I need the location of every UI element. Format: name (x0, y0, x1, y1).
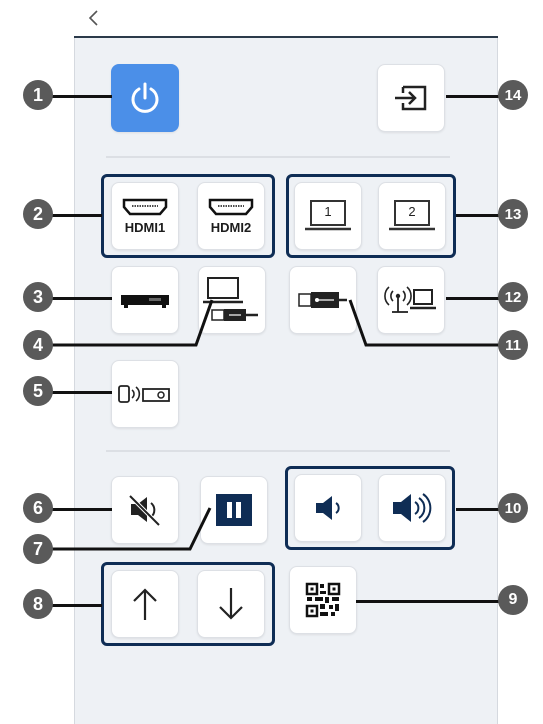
callout-badge: 2 (23, 199, 53, 229)
callout-badge: 10 (498, 493, 528, 523)
callout-badge: 8 (23, 589, 53, 619)
callout-diagonal-lines (38, 299, 508, 551)
callout-badge: 14 (498, 80, 528, 110)
callout-badge: 7 (23, 534, 53, 564)
callout-badge: 6 (23, 493, 53, 523)
callout-badge: 13 (498, 199, 528, 229)
callout-badge: 9 (498, 585, 528, 615)
callout-badge: 3 (23, 282, 53, 312)
callout-badge: 5 (23, 376, 53, 406)
callout-badge: 11 (498, 330, 528, 360)
callout-badge: 1 (23, 80, 53, 110)
callout-badge: 12 (498, 282, 528, 312)
callout-badge: 4 (23, 330, 53, 360)
